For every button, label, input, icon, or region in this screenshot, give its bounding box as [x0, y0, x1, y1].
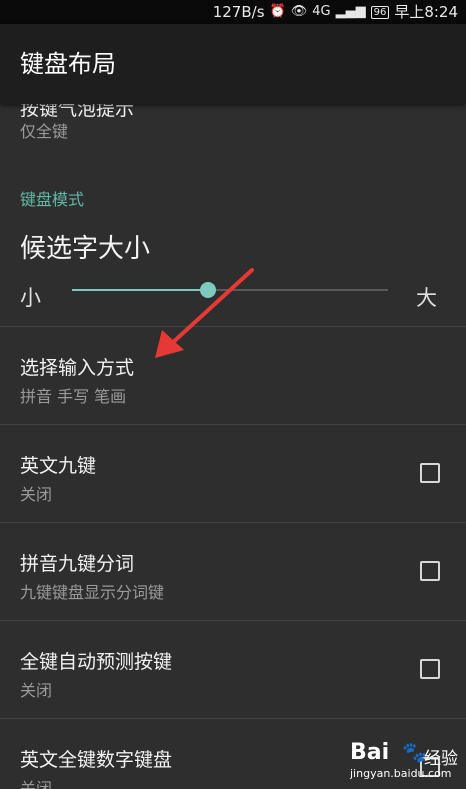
app-bar: 键盘布局: [0, 24, 466, 104]
slider-max-label: 大: [416, 286, 437, 310]
setting-title: 英文九键: [20, 455, 97, 477]
network-speed: 127B/s: [212, 3, 265, 21]
setting-subtitle: 拼音 手写 笔画: [20, 387, 127, 406]
slider-min-label: 小: [20, 286, 41, 310]
full-key-predict-checkbox[interactable]: [420, 659, 440, 679]
status-bar: 127B/s ⏰ 👁 4G ▂▄▆ 96 早上8:24: [0, 0, 466, 24]
alarm-icon: ⏰: [269, 4, 286, 19]
setting-subtitle: 九键键盘显示分词键: [20, 583, 165, 602]
candidate-size-slider[interactable]: [72, 282, 388, 298]
setting-subtitle: 关闭: [20, 779, 53, 789]
settings-list[interactable]: 按键气泡提示 仅全键 键盘模式 候选字大小 小 大 选择输入方式 拼音 手写 笔…: [0, 104, 466, 789]
setting-full-key-predict[interactable]: 全键自动预测按键 关闭: [0, 621, 466, 718]
setting-subtitle: 关闭: [20, 485, 53, 504]
watermark-text: 经验: [424, 749, 458, 769]
pinyin-nine-segment-checkbox[interactable]: [420, 561, 440, 581]
candidate-size-title: 候选字大小: [20, 234, 151, 264]
english-nine-key-checkbox[interactable]: [420, 463, 440, 483]
setting-pinyin-nine-segment[interactable]: 拼音九键分词 九键键盘显示分词键: [0, 523, 466, 620]
setting-title: 全键自动预测按键: [20, 651, 173, 673]
setting-english-nine-key[interactable]: 英文九键 关闭: [0, 425, 466, 522]
eye-icon: 👁: [290, 4, 308, 19]
clock: 早上8:24: [394, 3, 458, 21]
signal-icon: ▂▄▆: [335, 4, 366, 19]
setting-title: 拼音九键分词: [20, 553, 135, 575]
slider-fill: [72, 289, 208, 291]
setting-input-method[interactable]: 选择输入方式 拼音 手写 笔画: [0, 327, 466, 424]
battery-icon: 96: [370, 5, 390, 19]
page-title: 键盘布局: [20, 50, 116, 78]
setting-key-popup[interactable]: 按键气泡提示 仅全键: [0, 104, 466, 154]
slider-thumb[interactable]: [199, 282, 216, 298]
setting-title: 选择输入方式: [20, 357, 135, 379]
setting-subtitle: 关闭: [20, 681, 53, 700]
setting-subtitle: 仅全键: [20, 122, 69, 141]
watermark-brand: Bai: [350, 740, 390, 765]
network-type: 4G: [312, 4, 331, 19]
section-header-keyboard-mode: 键盘模式: [20, 190, 85, 209]
setting-title: 英文全键数字键盘: [20, 749, 173, 771]
watermark: Bai 🐾 经验 jingyan.baidu.com: [350, 740, 460, 784]
watermark-url: jingyan.baidu.com: [350, 767, 452, 780]
